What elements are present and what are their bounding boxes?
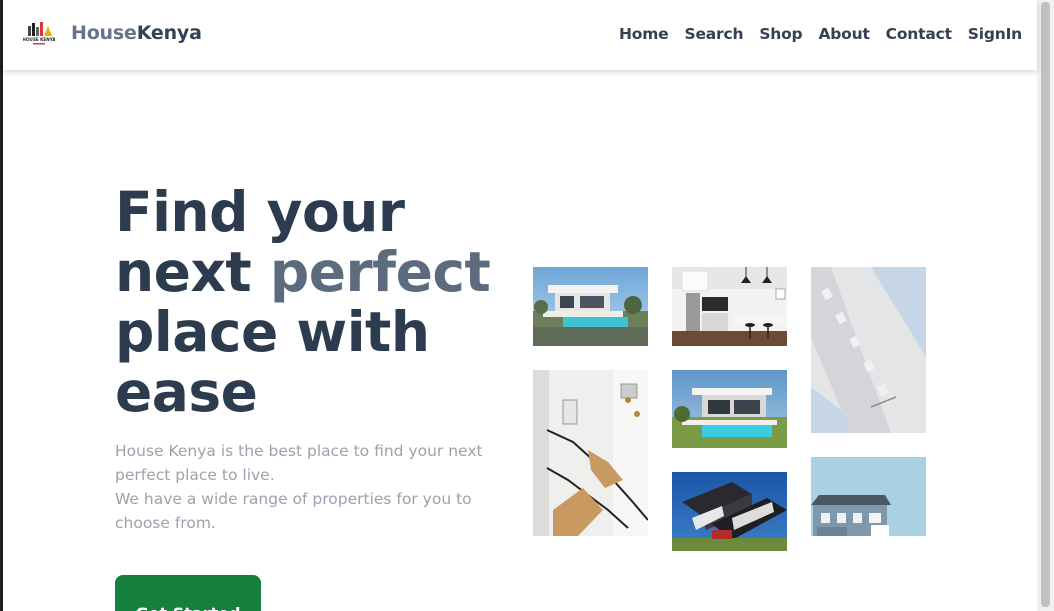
hero-title-line3: place with bbox=[115, 300, 430, 364]
nav-link-shop[interactable]: Shop bbox=[759, 25, 802, 43]
navbar: HOUSE KENYA HouseKenya Home Search Shop … bbox=[3, 0, 1037, 70]
hero-description-line1: House Kenya is the best place to find yo… bbox=[115, 442, 483, 484]
hero-description: House Kenya is the best place to find yo… bbox=[115, 439, 515, 535]
nav-link-signin[interactable]: SignIn bbox=[968, 25, 1022, 43]
gallery-image-blue-house bbox=[811, 457, 926, 536]
get-started-button[interactable]: Get Started bbox=[115, 575, 261, 611]
brand-name[interactable]: HouseKenya bbox=[71, 22, 202, 44]
gallery-image-kitchen bbox=[672, 267, 787, 346]
gallery-image-angular-architecture bbox=[672, 472, 787, 551]
gallery-image-villa-evening bbox=[672, 370, 787, 448]
brand-logo-icon[interactable]: HOUSE KENYA bbox=[22, 20, 56, 48]
svg-text:HOUSE KENYA: HOUSE KENYA bbox=[23, 37, 55, 42]
nav-link-home[interactable]: Home bbox=[619, 25, 669, 43]
hero-title-line1: Find your bbox=[115, 180, 405, 244]
gallery-image-white-facade bbox=[811, 267, 926, 433]
hero-description-line2: We have a wide range of properties for y… bbox=[115, 490, 472, 532]
hero-title-line4: ease bbox=[115, 360, 258, 424]
nav-link-contact[interactable]: Contact bbox=[886, 25, 952, 43]
nav-link-about[interactable]: About bbox=[818, 25, 869, 43]
window-edge bbox=[0, 0, 3, 611]
nav-links: Home Search Shop About Contact SignIn bbox=[603, 25, 1022, 43]
gallery-image-staircase bbox=[533, 370, 648, 536]
scrollbar[interactable] bbox=[1037, 0, 1054, 611]
gallery-image-villa-pool bbox=[533, 267, 648, 346]
hero-title-accent: perfect bbox=[269, 240, 491, 304]
page: HOUSE KENYA HouseKenya Home Search Shop … bbox=[0, 0, 1054, 611]
brand-name-part2: Kenya bbox=[136, 22, 202, 44]
hero-title-line2a: next bbox=[115, 240, 270, 304]
brand-name-part1: House bbox=[71, 22, 137, 44]
scrollbar-thumb[interactable] bbox=[1041, 2, 1050, 607]
hero-title: Find your next perfect place with ease bbox=[115, 182, 515, 422]
nav-link-search[interactable]: Search bbox=[685, 25, 744, 43]
